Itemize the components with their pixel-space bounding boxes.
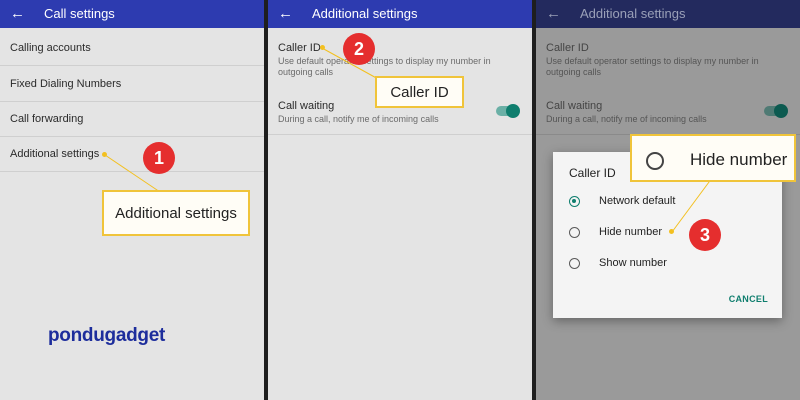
setting-label: Caller ID — [546, 42, 589, 54]
highlight-dot — [102, 152, 107, 157]
settings-item-label: Call forwarding — [10, 113, 84, 125]
highlight-dot — [669, 229, 674, 234]
app-bar: ← Call settings — [0, 0, 264, 28]
option-label: Hide number — [599, 226, 662, 238]
setting-description: Use default operator settings to display… — [546, 56, 759, 77]
setting-label: Call waiting — [278, 100, 335, 112]
settings-item-calling-accounts[interactable]: Calling accounts — [0, 30, 264, 66]
callout-caller-id: Caller ID — [375, 76, 464, 108]
back-arrow-icon: ← — [546, 5, 561, 22]
cancel-button[interactable]: CANCEL — [729, 294, 768, 304]
toggle-knob — [774, 104, 788, 118]
settings-item-label: Additional settings — [10, 148, 100, 160]
app-bar-title: Additional settings — [580, 6, 686, 21]
setting-description: During a call, notify me of incoming cal… — [278, 114, 439, 124]
option-label: Show number — [599, 257, 667, 269]
radio-unselected-icon[interactable] — [569, 258, 580, 269]
settings-item-label: Fixed Dialing Numbers — [10, 78, 122, 90]
radio-unselected-icon[interactable] — [569, 227, 580, 238]
settings-item-call-forwarding[interactable]: Call forwarding — [0, 102, 264, 137]
call-waiting-toggle — [764, 104, 788, 118]
back-arrow-icon[interactable]: ← — [278, 5, 293, 23]
site-logo: pondugadget — [48, 325, 166, 346]
step-badge-2: 2 — [343, 33, 375, 65]
callout-text: Caller ID — [390, 83, 449, 101]
settings-item-label: Calling accounts — [10, 42, 91, 54]
caller-id-setting: Caller ID Use default operator settings … — [536, 30, 800, 86]
option-label: Network default — [599, 195, 676, 207]
callout-text: Additional settings — [115, 204, 237, 222]
additional-settings-screen: ← Additional settings Caller ID Use defa… — [268, 0, 532, 400]
callout-hide-number: Hide number — [630, 134, 796, 182]
app-bar-title: Call settings — [44, 6, 115, 21]
setting-label: Call waiting — [546, 100, 603, 112]
call-waiting-toggle[interactable] — [496, 104, 520, 118]
callout-additional-settings: Additional settings — [102, 190, 250, 236]
step-badge-1: 1 — [143, 142, 175, 174]
dialog-title: Caller ID — [569, 166, 616, 180]
settings-item-additional-settings[interactable]: Additional settings — [0, 137, 264, 172]
callout-text: Hide number — [690, 150, 788, 169]
highlight-dot — [320, 45, 325, 50]
back-arrow-icon[interactable]: ← — [10, 5, 25, 23]
app-bar: ← Additional settings — [536, 0, 800, 28]
settings-item-fixed-dialing[interactable]: Fixed Dialing Numbers — [0, 66, 264, 102]
setting-label: Caller ID — [278, 42, 321, 54]
app-bar: ← Additional settings — [268, 0, 532, 28]
app-bar-title: Additional settings — [312, 6, 418, 21]
radio-selected-icon[interactable] — [569, 196, 580, 207]
setting-description: Use default operator settings to display… — [278, 56, 491, 77]
call-waiting-setting: Call waiting During a call, notify me of… — [536, 94, 800, 135]
setting-description: During a call, notify me of incoming cal… — [546, 114, 707, 124]
toggle-knob — [506, 104, 520, 118]
radio-unselected-icon — [646, 152, 664, 170]
step-badge-3: 3 — [689, 219, 721, 251]
